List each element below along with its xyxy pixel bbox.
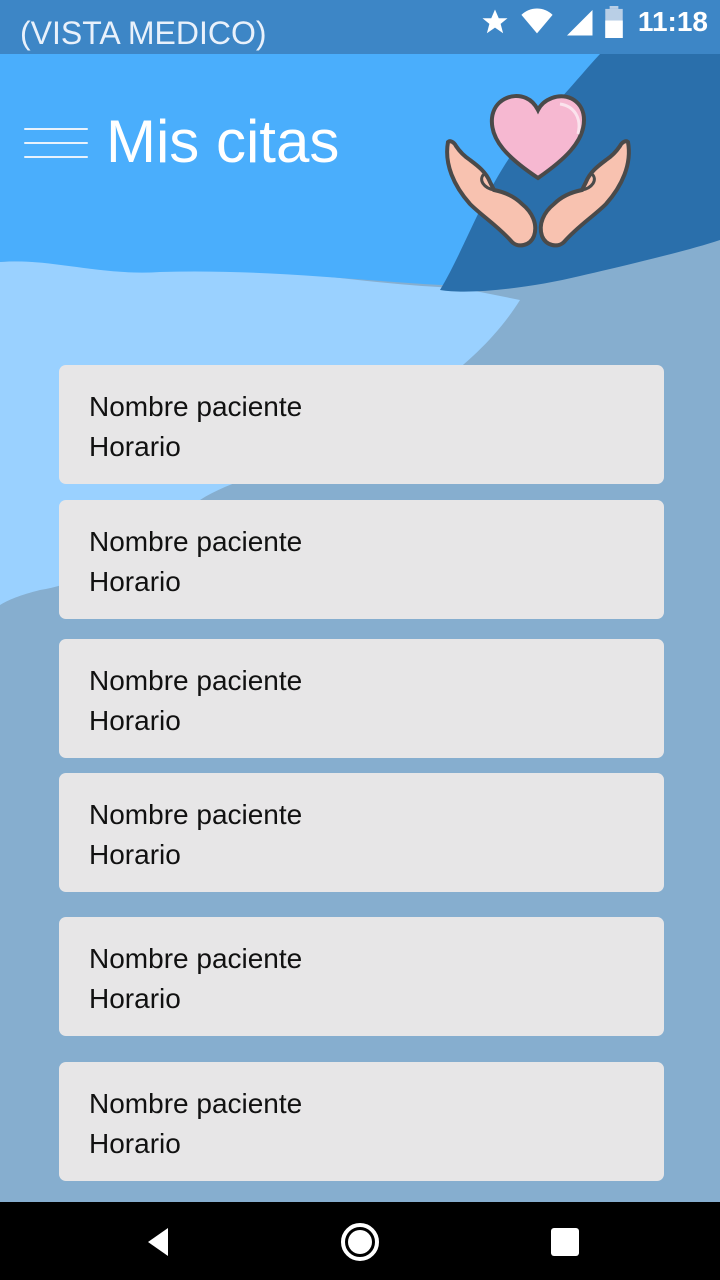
heart-in-hands-logo: [445, 94, 631, 248]
appointment-card[interactable]: Nombre paciente Horario: [59, 1062, 664, 1181]
appointment-time: Horario: [89, 431, 181, 462]
battery-icon: [605, 6, 623, 38]
status-bar: (VISTA MEDICO) 11:18: [0, 0, 720, 54]
patient-name: Nombre paciente: [89, 526, 303, 557]
appointment-time: Horario: [89, 983, 181, 1014]
hamburger-menu-icon[interactable]: [24, 128, 88, 176]
appointment-time: Horario: [89, 566, 181, 597]
wifi-icon: [521, 8, 553, 34]
patient-name: Nombre paciente: [89, 799, 303, 830]
star-icon: [482, 9, 508, 34]
appointment-card[interactable]: Nombre paciente Horario: [59, 365, 664, 484]
recents-icon[interactable]: [543, 1220, 587, 1264]
patient-name: Nombre paciente: [89, 665, 303, 696]
patient-name: Nombre paciente: [89, 391, 303, 422]
patient-name: Nombre paciente: [89, 943, 303, 974]
patient-name: Nombre paciente: [89, 1088, 303, 1119]
signal-icon: [566, 10, 593, 36]
view-label: (VISTA MEDICO): [20, 15, 267, 51]
back-icon[interactable]: [138, 1220, 182, 1264]
status-icons: 11:18: [480, 6, 708, 38]
system-navigation-bar: [0, 1202, 720, 1280]
home-icon[interactable]: [338, 1220, 382, 1264]
appointment-card[interactable]: Nombre paciente Horario: [59, 500, 664, 619]
page-title: Mis citas: [106, 108, 340, 175]
appointment-time: Horario: [89, 1128, 181, 1159]
clock: 11:18: [637, 6, 708, 37]
appointment-card[interactable]: Nombre paciente Horario: [59, 917, 664, 1036]
appointment-time: Horario: [89, 705, 181, 736]
appointment-card[interactable]: Nombre paciente Horario: [59, 639, 664, 758]
appointment-card[interactable]: Nombre paciente Horario: [59, 773, 664, 892]
appointment-time: Horario: [89, 839, 181, 870]
